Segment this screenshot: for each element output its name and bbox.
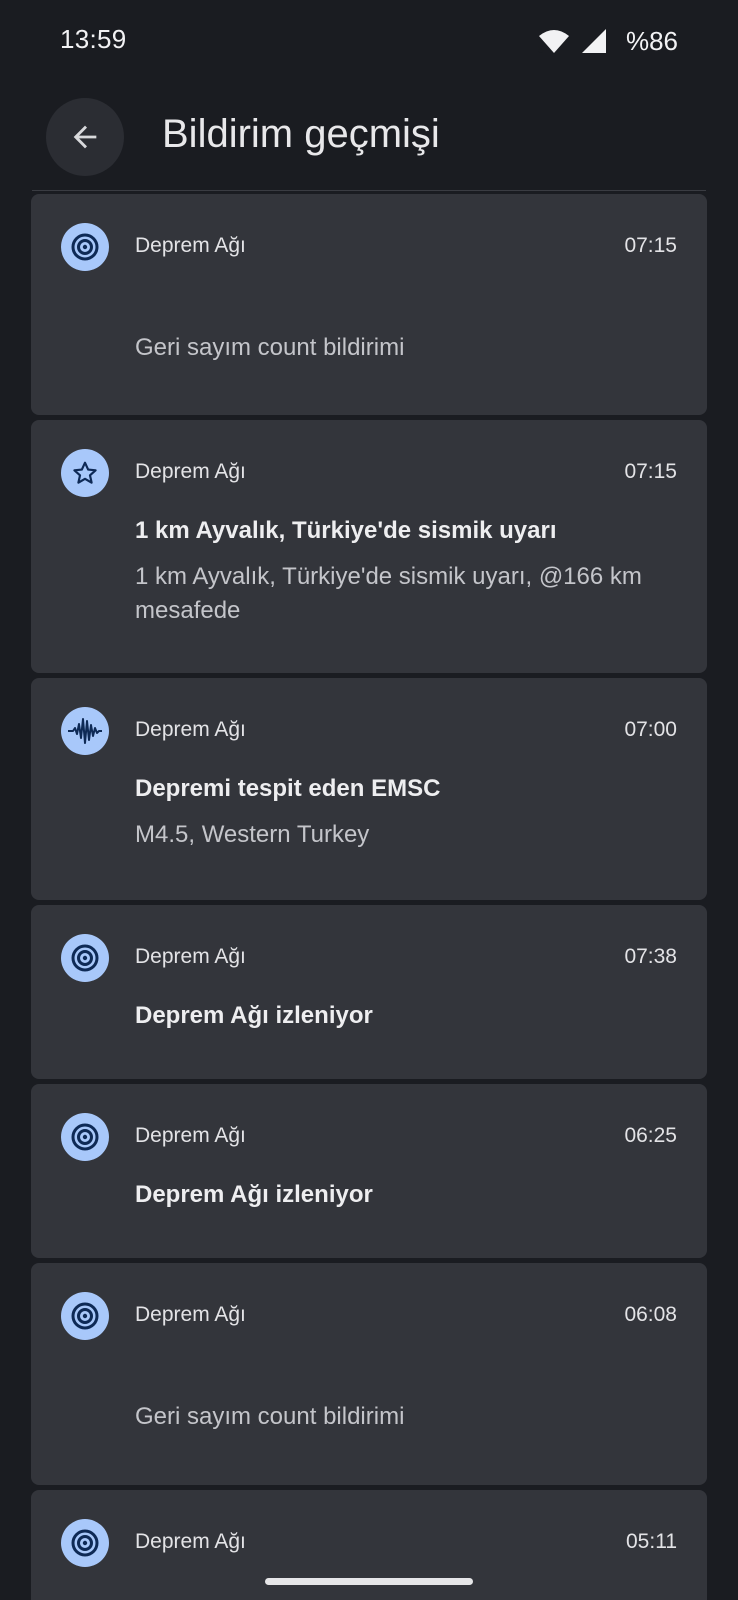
target-icon [61,1113,109,1161]
back-button[interactable] [46,98,124,176]
notification-card[interactable]: Deprem Ağı 07:15 1 km Ayvalık, Türkiye'd… [31,420,707,673]
arrow-back-icon [73,125,97,149]
notification-history-screen: 13:59 5 %86 Bildirim geçmişi Deprem Ağı … [0,0,738,1600]
wifi-icon: 5 [538,30,569,54]
waveform-icon [61,707,109,755]
notification-header: Deprem Ağı 07:38 [31,905,707,1009]
notification-time: 07:00 [624,718,677,741]
app-name: Deprem Ağı [135,1303,246,1326]
star-icon [61,449,109,497]
battery-percentage: %86 [625,25,678,56]
notification-text: Geri sayım count bildirimi [135,334,405,361]
notification-card[interactable]: Deprem Ağı 07:00 Depremi tespit eden EMS… [31,678,707,900]
notification-text: 1 km Ayvalık, Türkiye'de sismik uyarı, @… [135,563,642,624]
notification-header: Deprem Ağı 06:08 [31,1263,707,1367]
notification-card[interactable]: Deprem Ağı 06:25 Deprem Ağı izleniyor [31,1084,707,1258]
status-icons: 5 %86 [538,24,678,58]
notification-text: Geri sayım count bildirimi [135,1403,405,1430]
header-divider [32,190,706,191]
notification-time: 07:15 [624,234,677,257]
notification-time: 05:11 [626,1530,677,1553]
app-name: Deprem Ağı [135,945,246,968]
app-bar: Bildirim geçmişi [0,82,738,190]
target-icon [61,1519,109,1567]
notification-list: Deprem Ağı 07:15 Geri sayım count bildir… [31,194,707,1600]
home-indicator[interactable] [265,1578,473,1585]
notification-card[interactable]: Deprem Ağı 06:08 Geri sayım count bildir… [31,1263,707,1485]
notification-time: 06:25 [624,1124,677,1147]
app-name: Deprem Ağı [135,460,246,483]
status-time: 13:59 [60,24,127,54]
notification-time: 07:15 [624,460,677,483]
wifi-badge: 5 [538,45,544,54]
notification-card[interactable]: Deprem Ağı 07:15 Geri sayım count bildir… [31,194,707,415]
app-name: Deprem Ağı [135,234,246,257]
notification-header: Deprem Ağı 07:00 [31,678,707,782]
page-title: Bildirim geçmişi [162,112,440,156]
signal-icon [581,29,606,53]
notification-card[interactable]: Deprem Ağı 07:38 Deprem Ağı izleniyor [31,905,707,1079]
notification-time: 06:08 [624,1303,677,1326]
app-name: Deprem Ağı [135,1530,246,1553]
app-name: Deprem Ağı [135,1124,246,1147]
notification-header: Deprem Ağı 06:25 [31,1084,707,1188]
target-icon [61,934,109,982]
target-icon [61,223,109,271]
notification-header: Deprem Ağı 07:15 [31,420,707,524]
notification-text: M4.5, Western Turkey [135,821,370,848]
app-name: Deprem Ağı [135,718,246,741]
status-bar: 13:59 5 %86 [0,0,738,82]
notification-time: 07:38 [624,945,677,968]
target-icon [61,1292,109,1340]
notification-header: Deprem Ağı 07:15 [31,194,707,298]
